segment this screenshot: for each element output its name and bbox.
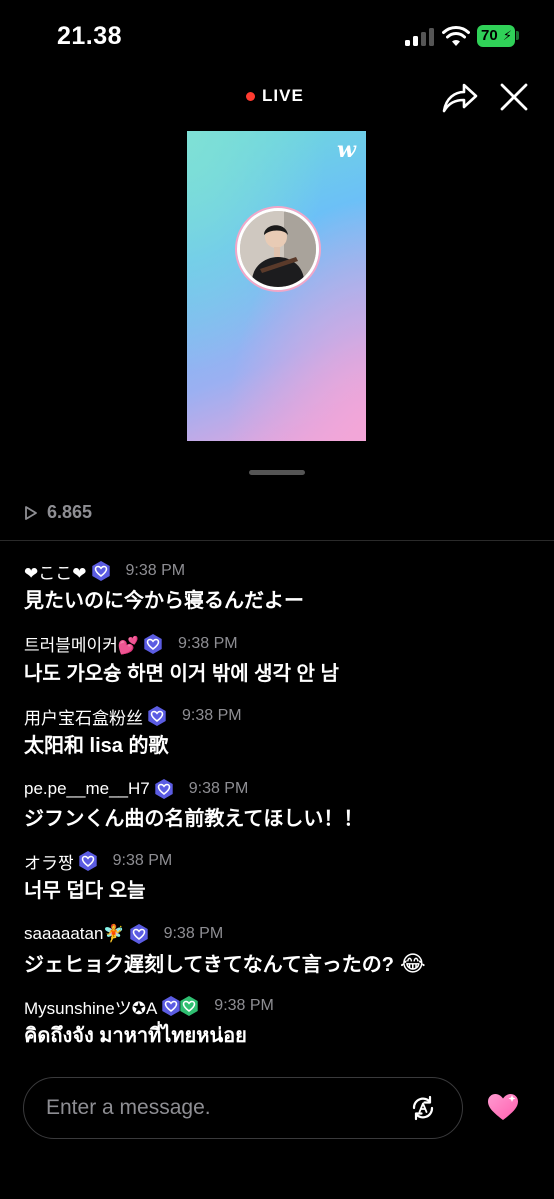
charging-bolt-icon: ⚡ <box>502 28 512 43</box>
membership-badge-icon <box>155 778 173 799</box>
cellular-signal-icon <box>405 28 435 46</box>
chat-timestamp: 9:38 PM <box>125 562 186 579</box>
chat-list[interactable]: ❤ここ❤ 9:38 PM 見たいのに今から寝るんだよー 트러블메이커💕 9:38… <box>24 558 544 1066</box>
live-dot-icon <box>246 91 255 101</box>
battery-cap <box>516 31 519 40</box>
chat-timestamp: 9:38 PM <box>188 779 249 797</box>
chat-message-text: 너무 덥다 오늘 <box>24 878 544 904</box>
chat-message-header: 用户宝石盒粉丝 9:38 PM <box>24 703 544 729</box>
play-icon <box>25 505 37 520</box>
chat-message[interactable]: 用户宝石盒粉丝 9:38 PM 太阳和 lisa 的歌 <box>24 703 544 776</box>
chat-username[interactable]: Mysunshineツ✪A <box>24 994 157 1019</box>
membership-badge-icon <box>91 561 110 581</box>
share-button[interactable] <box>441 80 479 114</box>
chat-emoji: 😂 <box>400 950 426 976</box>
share-icon <box>442 83 478 113</box>
translate-icon <box>412 1095 434 1121</box>
chat-message-text: คิดถึงจัง มาหาที่ไทยหน่อย <box>24 1023 544 1049</box>
chat-message[interactable]: オラ짱 9:38 PM 너무 덥다 오늘 <box>24 848 544 921</box>
chat-message[interactable]: Mysunshineツ✪A 9:38 PM คิดถึงจัง มาหาที่ไ… <box>24 993 544 1066</box>
chat-username[interactable]: saaaaatan🧚 <box>24 924 125 944</box>
wifi-icon <box>442 25 470 46</box>
streamer-avatar <box>237 208 319 290</box>
chat-message-text: 나도 가오슝 하면 이거 밖에 생각 안 남 <box>24 661 544 687</box>
chat-message[interactable]: pe.pe__me__H7 9:38 PM ジフンくん曲の名前教えてほしい！！ <box>24 776 544 849</box>
status-bar: 21.38 70 ⚡ <box>0 0 554 70</box>
like-button[interactable] <box>486 1092 520 1122</box>
live-video-preview[interactable]: w <box>187 131 366 441</box>
chat-username[interactable]: 트러블메이커💕 <box>24 631 139 656</box>
chat-text: 太阳和 lisa 的歌 <box>24 735 169 757</box>
streamer-photo <box>240 211 316 287</box>
chat-text: 나도 가오슝 하면 이거 밖에 생각 안 남 <box>24 662 339 685</box>
chat-message-header: オラ짱 9:38 PM <box>24 848 544 874</box>
chat-message[interactable]: 트러블메이커💕 9:38 PM 나도 가오슝 하면 이거 밖에 생각 안 남 <box>24 631 544 704</box>
status-time: 21.38 <box>57 22 123 50</box>
chat-text: ジェヒョク遅刻してきてなんて言ったの? <box>24 953 395 976</box>
chat-username[interactable]: 用户宝石盒粉丝 <box>24 704 143 729</box>
chat-message-text: 見たいのに今から寝るんだよー <box>24 588 544 614</box>
close-button[interactable] <box>500 83 528 111</box>
chat-message-header: Mysunshineツ✪A 9:38 PM <box>24 993 544 1019</box>
membership-badge-icon <box>144 633 162 654</box>
membership-badge-icon <box>180 996 198 1016</box>
message-input[interactable] <box>46 1096 386 1120</box>
close-icon <box>500 83 528 111</box>
message-composer <box>23 1077 463 1139</box>
chat-message-text: ジフンくん曲の名前教えてほしい！！ <box>24 806 544 832</box>
membership-badge-icon <box>129 923 148 944</box>
chat-text: คิดถึงจัง มาหาที่ไทยหน่อย <box>24 1025 247 1047</box>
divider <box>0 540 554 541</box>
views-count: 6.865 <box>47 502 93 522</box>
chat-message-text: ジェヒョク遅刻してきてなんて言ったの? 😂 <box>24 951 544 978</box>
chat-message[interactable]: saaaaatan🧚 9:38 PM ジェヒョク遅刻してきてなんて言ったの? 😂 <box>24 921 544 994</box>
chat-timestamp: 9:38 PM <box>182 707 242 724</box>
chat-timestamp: 9:38 PM <box>112 852 173 869</box>
live-indicator: LIVE <box>246 86 304 106</box>
chat-username[interactable]: ❤ここ❤ <box>24 559 87 584</box>
view-counter: 6.865 <box>24 502 92 523</box>
membership-badge-icon <box>78 851 97 871</box>
chat-text: 너무 덥다 오늘 <box>24 880 146 902</box>
weverse-logo: w <box>337 137 356 163</box>
chat-message-header: 트러블메이커💕 9:38 PM <box>24 631 544 657</box>
chat-username[interactable]: オラ짱 <box>24 849 74 874</box>
chat-text: ジフンくん曲の名前教えてほしい！！ <box>24 807 364 830</box>
drag-handle[interactable] <box>249 470 305 475</box>
battery-level: 70 <box>481 27 498 44</box>
chat-message[interactable]: ❤ここ❤ 9:38 PM 見たいのに今から寝るんだよー <box>24 558 544 631</box>
chat-message-header: ❤ここ❤ 9:38 PM <box>24 558 544 584</box>
chat-timestamp: 9:38 PM <box>163 924 224 942</box>
chat-message-header: saaaaatan🧚 9:38 PM <box>24 921 544 947</box>
chat-message-header: pe.pe__me__H7 9:38 PM <box>24 776 544 802</box>
chat-timestamp: 9:38 PM <box>178 634 238 652</box>
chat-message-text: 太阳和 lisa 的歌 <box>24 733 544 759</box>
chat-timestamp: 9:38 PM <box>214 997 274 1014</box>
battery-indicator: 70 ⚡ <box>477 25 515 47</box>
chat-username[interactable]: pe.pe__me__H7 <box>24 779 150 799</box>
membership-badge-icon <box>148 706 166 726</box>
chat-text: 見たいのに今から寝るんだよー <box>24 590 304 612</box>
translate-button[interactable] <box>409 1094 437 1122</box>
live-label: LIVE <box>262 86 304 105</box>
